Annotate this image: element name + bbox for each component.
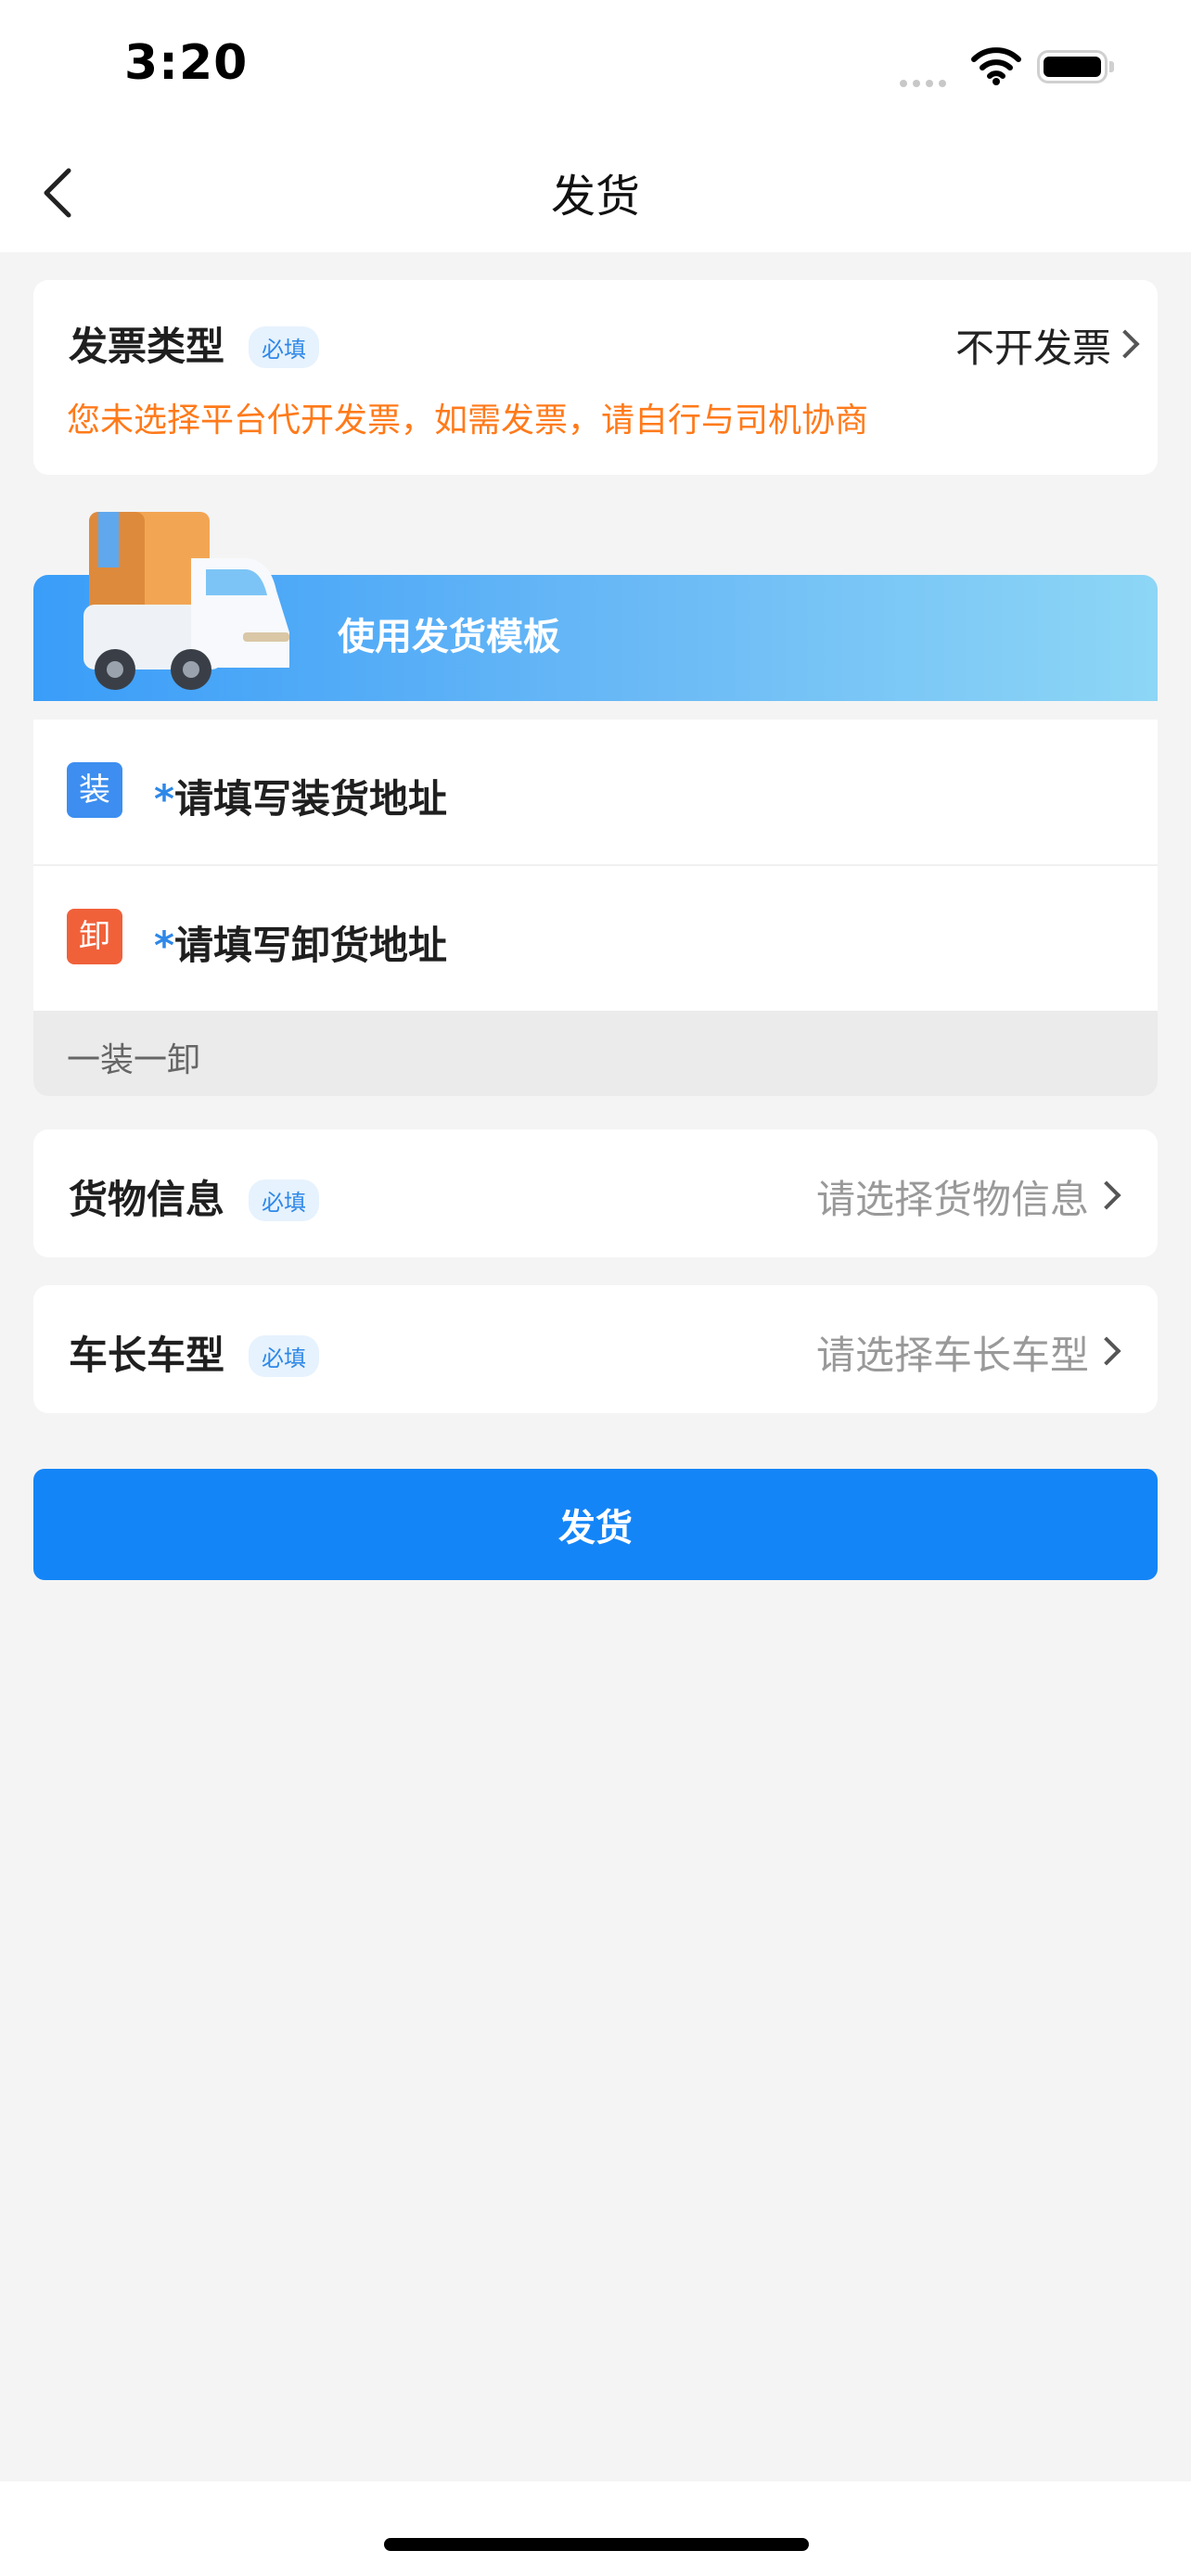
delivery-truck-icon bbox=[80, 503, 302, 701]
load-unload-mode-text: 一装一卸 bbox=[67, 1041, 201, 1079]
vehicle-type-label: 车长车型 bbox=[69, 1333, 225, 1378]
goods-info-label: 货物信息 bbox=[69, 1177, 225, 1222]
unload-address-placeholder: 请填写卸货地址 bbox=[173, 923, 447, 968]
unload-address-field[interactable]: *请填写卸货地址 bbox=[154, 914, 447, 971]
goods-info-placeholder[interactable]: 请选择货物信息 bbox=[816, 1168, 1089, 1225]
status-time: 3:20 bbox=[124, 35, 249, 91]
load-tag: 装 bbox=[67, 762, 122, 818]
submit-delivery-button[interactable]: 发货 bbox=[33, 1469, 1158, 1580]
required-mark: * bbox=[154, 776, 174, 822]
cellular-signal-icon bbox=[900, 73, 952, 91]
wifi-icon bbox=[970, 46, 1022, 89]
load-unload-mode: 一装一卸 bbox=[33, 1011, 1158, 1096]
use-template-label: 使用发货模板 bbox=[338, 616, 560, 658]
load-address-placeholder: 请填写装货地址 bbox=[173, 776, 447, 822]
battery-tip bbox=[1109, 61, 1114, 72]
vehicle-type-placeholder[interactable]: 请选择车长车型 bbox=[816, 1324, 1089, 1381]
invoice-type-label: 发票类型 bbox=[69, 324, 225, 369]
invoice-type-card[interactable] bbox=[33, 280, 1158, 475]
page-title: 发货 bbox=[550, 171, 640, 223]
invoice-type-value[interactable]: 不开发票 bbox=[955, 317, 1111, 374]
load-address-field[interactable]: *请填写装货地址 bbox=[154, 768, 447, 824]
unload-tag: 卸 bbox=[67, 909, 122, 964]
home-indicator[interactable] bbox=[384, 2538, 809, 2551]
required-badge: 必填 bbox=[249, 1335, 319, 1377]
bottom-safe-area bbox=[0, 2481, 1191, 2576]
required-badge: 必填 bbox=[249, 1180, 319, 1221]
address-card: 装 *请填写装货地址 卸 *请填写卸货地址 一装一卸 bbox=[33, 720, 1158, 1096]
required-badge: 必填 bbox=[249, 326, 319, 368]
invoice-warning-note: 您未选择平台代开发票，如需发票，请自行与司机协商 bbox=[67, 402, 869, 440]
required-mark: * bbox=[154, 923, 174, 968]
battery-icon bbox=[1037, 50, 1108, 83]
unload-address-row[interactable]: 卸 *请填写卸货地址 bbox=[33, 866, 1158, 1011]
load-address-row[interactable]: 装 *请填写装货地址 bbox=[33, 720, 1158, 866]
